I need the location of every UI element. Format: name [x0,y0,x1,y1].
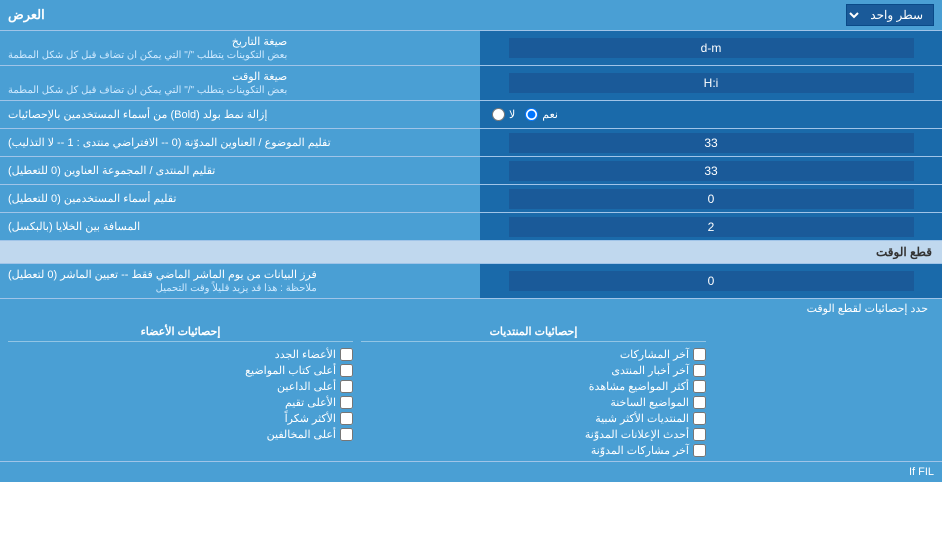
forum-order-input-cell [480,157,942,184]
cell-spacing-label: المسافة بين الخلايا (بالبكسل) [0,213,480,240]
limit-row: حدد إحصائيات لقطع الوقت [0,299,942,318]
forum-order-input[interactable] [509,161,914,181]
checkbox-last-blog-posts[interactable]: آخر مشاركات المدوّنة [361,444,706,457]
time-cut-filter-label: فرز البيانات من يوم الماشر الماضي فقط --… [0,264,480,298]
display-select[interactable]: سطر واحدسطرينثلاثة أسطر [846,4,934,26]
display-label: العرض [8,7,45,23]
date-format-row: صيغة التاريخ بعض التكوينات يتطلب "/" الت… [0,31,942,66]
checkbox-top-violators[interactable]: أعلى المخالفين [8,428,353,441]
checkbox-last-posts[interactable]: آخر المشاركات [361,348,706,361]
cell-spacing-input-cell [480,213,942,240]
date-format-input-cell [480,31,942,65]
time-format-row: صيغة الوقت بعض التكوينات يتطلب "/" التي … [0,66,942,101]
checkbox-most-thanked[interactable]: الأكثر شكراً [8,412,353,425]
checkboxes-container: إحصائيات المنتديات آخر المشاركات آخر أخب… [0,318,942,461]
forum-order-row: تقليم المنتدى / المجموعة العناوين (0 للت… [0,157,942,185]
forum-order-label: تقليم المنتدى / المجموعة العناوين (0 للت… [0,157,480,184]
checkbox-latest-announcements[interactable]: أحدث الإعلانات المدوّنة [361,428,706,441]
bold-radio-no[interactable]: لا [492,108,515,121]
if-fil-text: If FIL [0,461,942,482]
username-trim-input[interactable] [509,189,914,209]
checkbox-top-inviters[interactable]: أعلى الداعين [8,380,353,393]
bold-remove-row: نعم لا إزالة نمط بولد (Bold) من أسماء ال… [0,101,942,129]
checkbox-hot-topics[interactable]: المواضيع الساخنة [361,396,706,409]
checkbox-col-label [714,322,934,457]
cell-spacing-input[interactable] [509,217,914,237]
time-cut-header: قطع الوقت [0,241,942,264]
time-format-input[interactable] [509,73,914,93]
subject-order-row: تقليم الموضوع / العناوين المدوّنة (0 -- … [0,129,942,157]
time-cut-filter-input[interactable] [509,271,914,291]
username-trim-row: تقليم أسماء المستخدمين (0 للتعطيل) [0,185,942,213]
username-trim-input-cell [480,185,942,212]
bold-radio-yes[interactable]: نعم [525,108,558,121]
bold-remove-label: إزالة نمط بولد (Bold) من أسماء المستخدمي… [0,101,480,128]
cell-spacing-row: المسافة بين الخلايا (بالبكسل) [0,213,942,241]
checkbox-most-viewed[interactable]: أكثر المواضيع مشاهدة [361,380,706,393]
checkbox-most-similar[interactable]: المنتديات الأكثر شبية [361,412,706,425]
checkbox-new-members[interactable]: الأعضاء الجدد [8,348,353,361]
checkbox-top-topic-writers[interactable]: أعلى كتاب المواضيع [8,364,353,377]
date-format-label: صيغة التاريخ بعض التكوينات يتطلب "/" الت… [0,31,480,65]
time-cut-filter-row: فرز البيانات من يوم الماشر الماضي فقط --… [0,264,942,299]
subject-order-input-cell [480,129,942,156]
time-cut-filter-input-cell [480,264,942,298]
checkbox-top-rated[interactable]: الأعلى تقيم [8,396,353,409]
subject-order-label: تقليم الموضوع / العناوين المدوّنة (0 -- … [0,129,480,156]
bold-radio-cell: نعم لا [480,101,942,128]
top-header-row: سطر واحدسطرينثلاثة أسطر العرض [0,0,942,31]
checkbox-forum-news[interactable]: آخر أخبار المنتدى [361,364,706,377]
subject-order-input[interactable] [509,133,914,153]
username-trim-label: تقليم أسماء المستخدمين (0 للتعطيل) [0,185,480,212]
forums-col-header: إحصائيات المنتديات [361,322,706,342]
checkbox-col-forums: إحصائيات المنتديات آخر المشاركات آخر أخب… [361,322,706,457]
members-col-header: إحصائيات الأعضاء [8,322,353,342]
checkbox-col-members: إحصائيات الأعضاء الأعضاء الجدد أعلى كتاب… [8,322,353,457]
time-format-label: صيغة الوقت بعض التكوينات يتطلب "/" التي … [0,66,480,100]
time-format-input-cell [480,66,942,100]
date-format-input[interactable] [509,38,914,58]
